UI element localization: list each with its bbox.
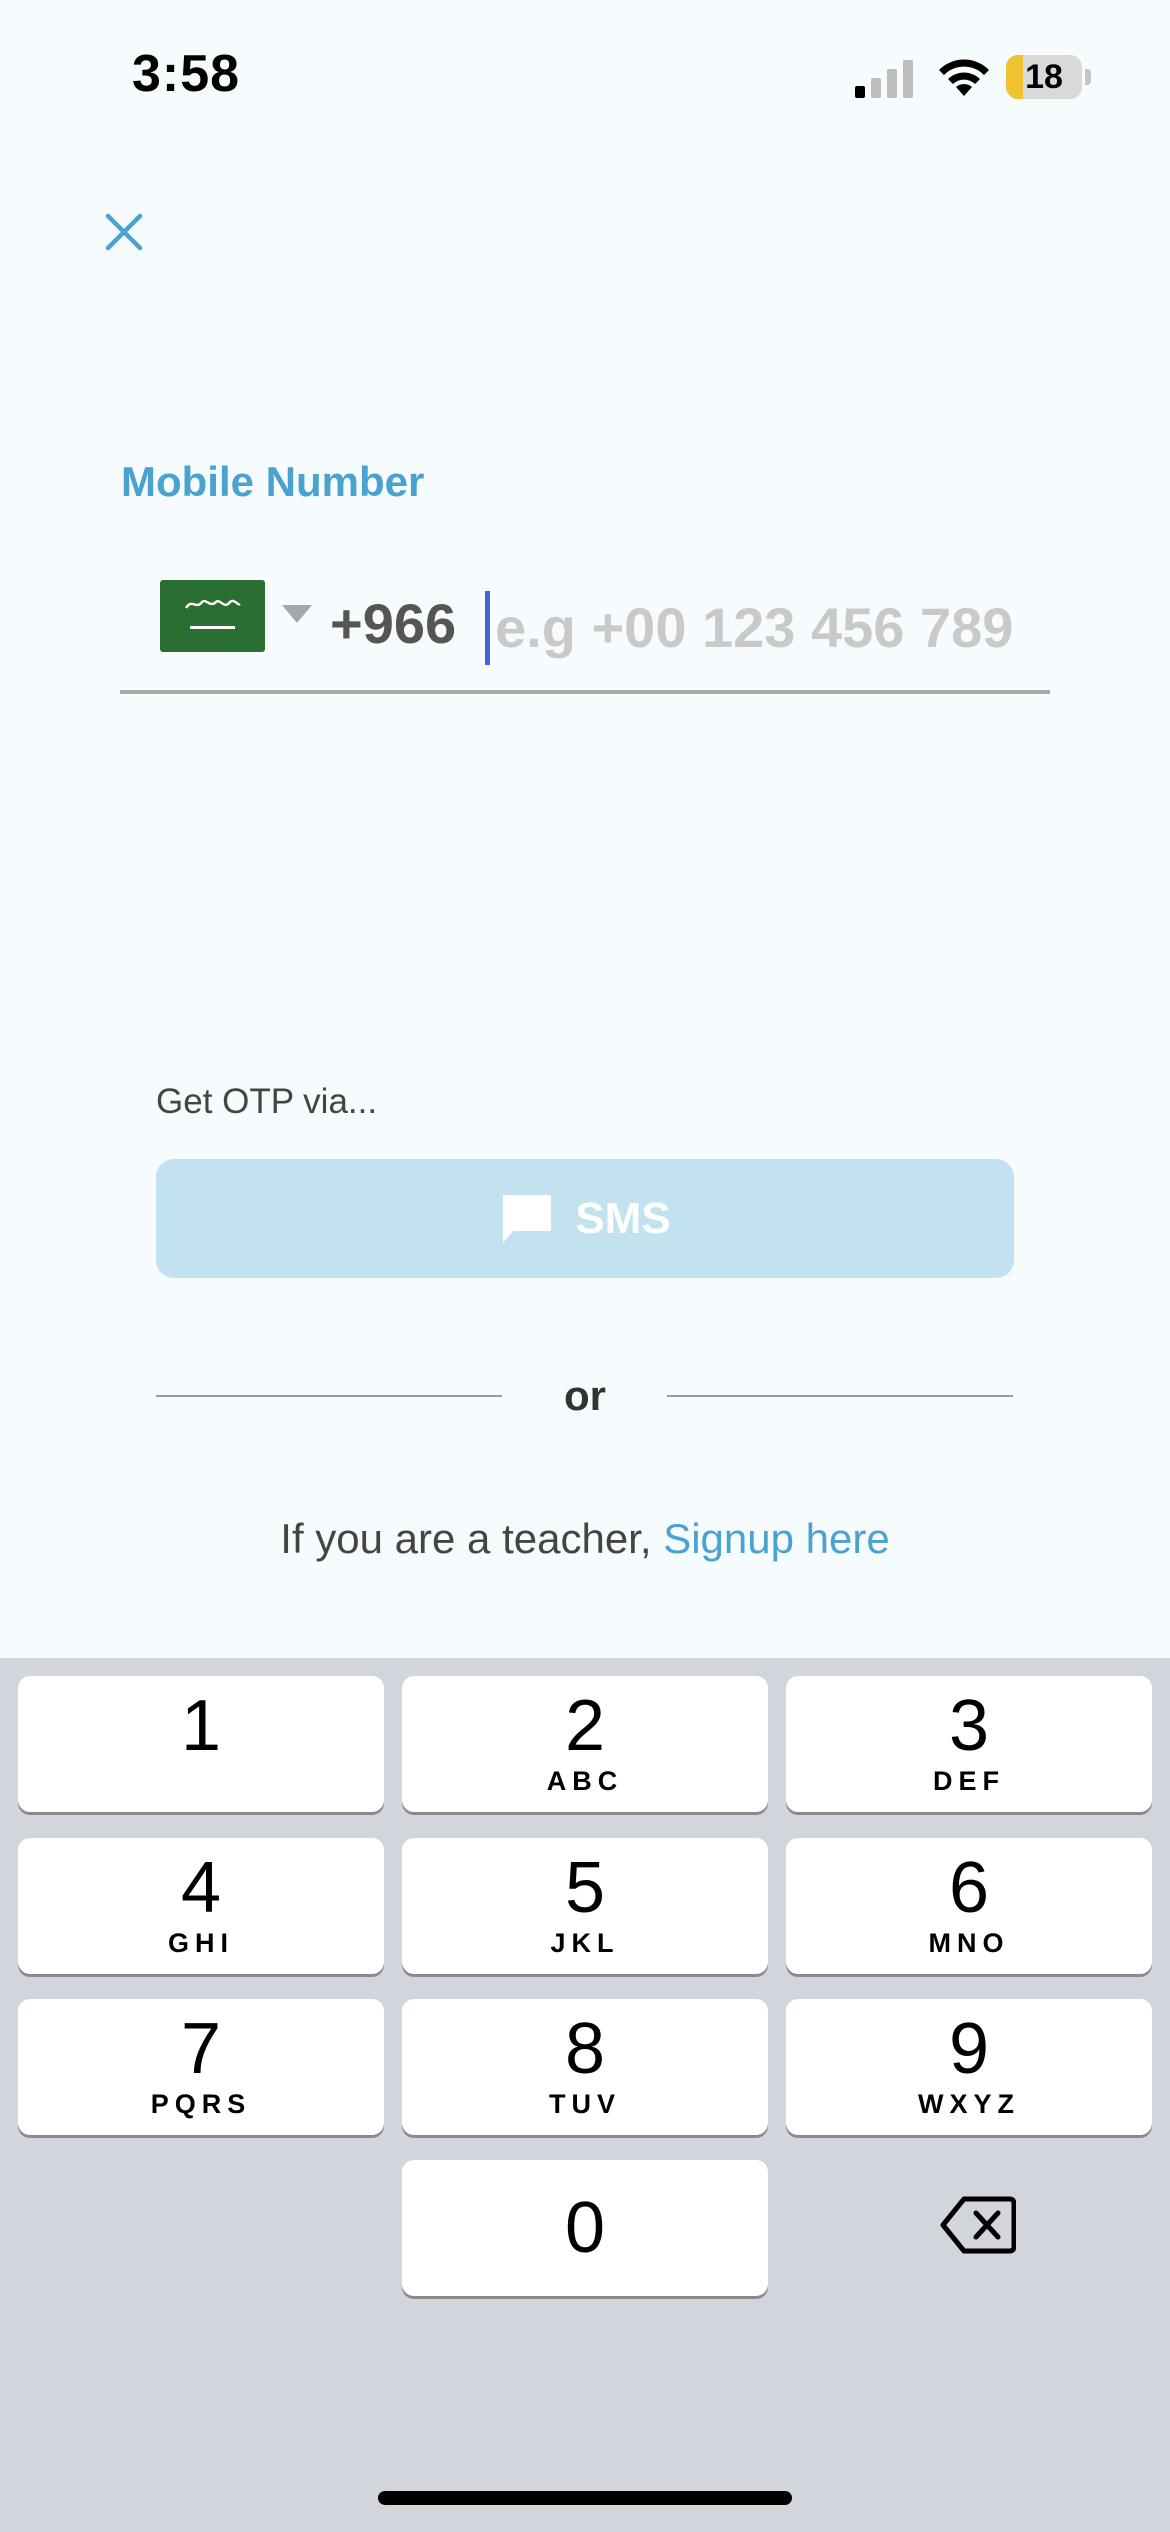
key-digit: 8 bbox=[564, 2009, 606, 2089]
divider-line-left bbox=[156, 1395, 502, 1397]
text-cursor bbox=[485, 591, 490, 665]
saudi-arabia-flag-icon[interactable] bbox=[160, 580, 265, 652]
teacher-signup-text: If you are a teacher, Signup here bbox=[0, 1515, 1170, 1563]
key-digit: 1 bbox=[180, 1686, 222, 1766]
key-digit: 7 bbox=[180, 2009, 222, 2089]
country-dropdown-caret-icon[interactable] bbox=[282, 605, 312, 623]
key-letters: WXYZ bbox=[918, 2089, 1020, 2119]
flag-script bbox=[184, 599, 241, 609]
cellular-signal-icon bbox=[855, 60, 913, 98]
backspace-icon[interactable] bbox=[940, 2195, 1016, 2255]
key-digit: 6 bbox=[948, 1848, 990, 1928]
divider-line-right bbox=[667, 1395, 1013, 1397]
key-4[interactable]: 4 GHI bbox=[18, 1838, 384, 1974]
key-digit: 0 bbox=[564, 2188, 606, 2268]
status-time: 3:58 bbox=[132, 45, 241, 103]
battery-cap bbox=[1085, 69, 1091, 85]
phone-input-underline bbox=[120, 690, 1050, 694]
mobile-number-label: Mobile Number bbox=[121, 458, 425, 505]
chat-bubble-icon bbox=[503, 1194, 552, 1243]
key-letters: TUV bbox=[549, 2089, 621, 2119]
key-letters: MNO bbox=[928, 1928, 1010, 1958]
key-letters: ABC bbox=[546, 1766, 624, 1796]
home-indicator bbox=[378, 2491, 792, 2505]
key-0[interactable]: 0 bbox=[402, 2160, 768, 2296]
teacher-prefix: If you are a teacher, bbox=[280, 1515, 664, 1562]
key-1[interactable]: 1 bbox=[18, 1676, 384, 1812]
key-2[interactable]: 2 ABC bbox=[402, 1676, 768, 1812]
dial-code: +966 bbox=[330, 592, 457, 655]
divider-or: or bbox=[564, 1372, 606, 1419]
key-5[interactable]: 5 JKL bbox=[402, 1838, 768, 1974]
key-digit: 2 bbox=[564, 1686, 606, 1766]
phone-input-row: +966 bbox=[120, 575, 1055, 695]
key-6[interactable]: 6 MNO bbox=[786, 1838, 1152, 1974]
key-7[interactable]: 7 PQRS bbox=[18, 1999, 384, 2135]
key-digit: 9 bbox=[948, 2009, 990, 2089]
key-letters: DEF bbox=[933, 1766, 1005, 1796]
flag-sword bbox=[190, 626, 235, 629]
key-letters: JKL bbox=[550, 1928, 620, 1958]
sms-button[interactable]: SMS bbox=[156, 1159, 1014, 1278]
otp-label: Get OTP via... bbox=[156, 1082, 378, 1121]
key-8[interactable]: 8 TUV bbox=[402, 1999, 768, 2135]
signup-here-link[interactable]: Signup here bbox=[663, 1515, 890, 1562]
battery-icon: 18 bbox=[1006, 55, 1082, 99]
key-letters: PQRS bbox=[150, 2089, 252, 2119]
battery-level: 18 bbox=[1025, 58, 1063, 96]
key-9[interactable]: 9 WXYZ bbox=[786, 1999, 1152, 2135]
sms-button-label: SMS bbox=[575, 1193, 671, 1243]
phone-number-input[interactable] bbox=[495, 587, 1055, 667]
key-digit: 5 bbox=[564, 1848, 606, 1928]
key-3[interactable]: 3 DEF bbox=[786, 1676, 1152, 1812]
key-letters: GHI bbox=[167, 1928, 234, 1958]
key-digit: 4 bbox=[180, 1848, 222, 1928]
key-digit: 3 bbox=[948, 1686, 990, 1766]
close-icon[interactable] bbox=[100, 208, 148, 256]
wifi-icon bbox=[939, 59, 989, 96]
